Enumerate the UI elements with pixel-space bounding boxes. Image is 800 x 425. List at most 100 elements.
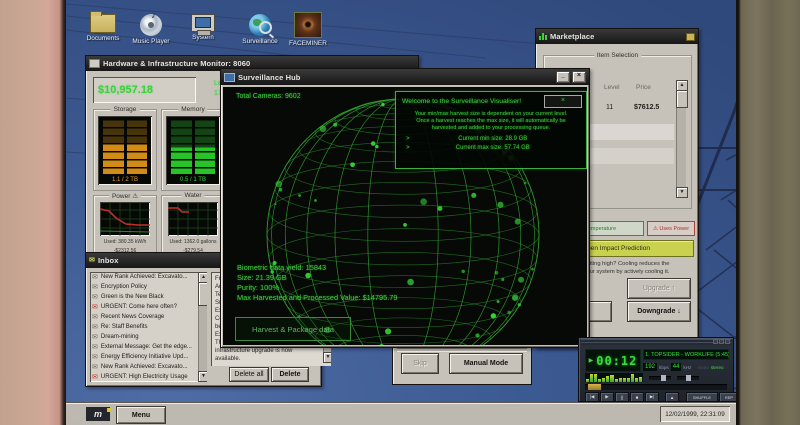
- surveillance-hub-window: Surveillance Hub _ × Total Cameras: 9602…: [220, 68, 590, 348]
- marketplace-scrollbar[interactable]: ▲ ▼: [676, 80, 688, 198]
- inbox-message-row[interactable]: ✉ Green is the New Black: [90, 292, 198, 302]
- column-level: Level: [604, 84, 620, 91]
- harvest-stats: Biometric data yield: 15843 Size: 21.39 …: [237, 263, 398, 303]
- harvest-package-button[interactable]: Harvest & Package data: [235, 317, 351, 341]
- cd-icon: ♪: [140, 10, 162, 36]
- memory-label: Memory: [178, 106, 208, 113]
- welcome-body-line: harvested and added to your processing q…: [431, 125, 551, 131]
- monitor-bezel-left: [0, 0, 66, 425]
- stat-yield: Biometric data yield: 15843: [237, 263, 327, 272]
- desktop-icon-surveillance[interactable]: Surveillance: [238, 14, 282, 45]
- inbox-message-row[interactable]: ✉ Re: Staff Benefits: [90, 322, 198, 332]
- scroll-down-icon: ▼: [198, 371, 207, 382]
- speaker-icon[interactable]: [686, 32, 695, 41]
- desktop-icon-system[interactable]: System: [181, 14, 225, 41]
- storage-label: Storage: [110, 106, 140, 113]
- welcome-body-line: Once a harvest reaches the max size, it …: [416, 118, 566, 124]
- menu-button[interactable]: Menu: [116, 406, 166, 424]
- close-button[interactable]: ×: [572, 71, 586, 83]
- downgrade-button[interactable]: Downgrade ↓: [627, 301, 691, 322]
- warning-icon: ⚠: [132, 193, 139, 200]
- min-size: Current min size: 28.9 GB: [458, 136, 528, 142]
- next-button[interactable]: ▶|: [645, 392, 659, 402]
- scroll-down-icon: ▼: [676, 187, 688, 198]
- shuffle-button[interactable]: SHUFFLE: [686, 392, 718, 402]
- player-shade-button[interactable]: [719, 339, 724, 344]
- envelope-icon: ✉: [92, 313, 98, 321]
- stat-size: Size: 21.39 GB: [237, 273, 287, 282]
- monitor-bezel-right: [736, 0, 800, 425]
- spectrum-analyzer: [585, 373, 643, 382]
- inbox-message-row[interactable]: ✉ External Message: Get the edge...: [90, 342, 198, 352]
- player-titlebar[interactable]: [581, 339, 731, 345]
- bitrate-label: kbps: [659, 364, 669, 370]
- eject-button[interactable]: ▲: [665, 392, 679, 402]
- urgent-envelope-icon: ✉: [92, 373, 98, 381]
- welcome-dialog: Welcome to the Surveillance Visualiser! …: [395, 91, 587, 169]
- memory-value: 0.5 / 1 TB: [180, 177, 206, 183]
- urgent-envelope-icon: ✉: [92, 303, 98, 311]
- skip-button[interactable]: Skip: [401, 353, 439, 374]
- time-display: ▶ 00:12: [585, 349, 641, 372]
- folder-icon: [90, 11, 116, 33]
- inbox-message-row[interactable]: ✉ New Rank Achieved: Excavato...: [90, 272, 198, 282]
- repeat-button[interactable]: REP: [719, 392, 736, 402]
- stat-value: Max Harvested and Processed Value: $1479…: [237, 293, 398, 302]
- volume-slider[interactable]: [649, 375, 671, 381]
- inbox-message-row[interactable]: ✉ Dream-mining: [90, 332, 198, 342]
- seek-thumb[interactable]: [588, 384, 601, 390]
- manual-mode-button[interactable]: Manual Mode: [449, 353, 523, 374]
- inbox-message-row-urgent[interactable]: ✉ URGENT: Come here often?: [90, 302, 198, 312]
- icon-label: FACEMINER: [289, 40, 327, 47]
- dialog-close-button[interactable]: ×: [544, 95, 582, 108]
- surveillance-titlebar[interactable]: Surveillance Hub _ ×: [221, 69, 589, 85]
- item-price: $7612.5: [634, 104, 660, 111]
- track-title-display: 1. TOPSIDER - WORKLIFE (5:45): [643, 349, 729, 360]
- envelope-icon: ✉: [92, 333, 98, 341]
- pause-button[interactable]: ||: [615, 392, 629, 402]
- marketplace-titlebar[interactable]: Marketplace: [536, 29, 698, 44]
- window-title: Surveillance Hub: [238, 72, 301, 82]
- inbox-message-row[interactable]: ✉ Energy Efficiency Initiative Upd...: [90, 352, 198, 362]
- desktop-icon-documents[interactable]: Documents: [81, 11, 125, 42]
- item-selection-label: Item Selection: [593, 52, 642, 59]
- player-minimize-button[interactable]: [713, 339, 718, 344]
- delete-button[interactable]: Delete: [271, 367, 309, 382]
- memory-meter: 0.5 / 1 TB: [166, 116, 220, 185]
- inbox-message-row[interactable]: ✉ Encryption Policy: [90, 282, 198, 292]
- water-used: Used: 1362.0 gallons: [169, 239, 217, 245]
- inbox-message-row[interactable]: ✉ New Rank Achieved: Excavato...: [90, 362, 198, 372]
- envelope-icon: ✉: [92, 323, 98, 331]
- memory-meter-group: Memory 0.5 / 1 TB: [161, 106, 225, 191]
- seek-bar[interactable]: [585, 384, 727, 390]
- icon-label: Documents: [86, 35, 120, 42]
- storage-meter-group: Storage 1.1 / 2 TB: [93, 106, 157, 191]
- eye-icon: [294, 12, 322, 38]
- stop-button[interactable]: ■: [630, 392, 644, 402]
- max-size: Current max size: 57.74 GB: [455, 145, 530, 151]
- desktop-icon-faceminer[interactable]: FACEMINER: [286, 12, 330, 47]
- power-graph: [99, 202, 151, 236]
- inbox-message-row[interactable]: ✉ Recent News Coverage: [90, 312, 198, 322]
- prev-button[interactable]: |◀: [585, 392, 599, 402]
- play-button[interactable]: ▶: [600, 392, 614, 402]
- upgrade-button[interactable]: Upgrade ↑: [627, 278, 691, 299]
- delete-all-button[interactable]: Delete all: [229, 367, 269, 382]
- player-close-button[interactable]: [725, 339, 730, 344]
- samplerate-value: 44: [670, 363, 682, 371]
- samplerate-label: kHz: [683, 364, 692, 370]
- inbox-message-row-urgent[interactable]: ✉ URGENT: High Electricity Usage: [90, 372, 198, 382]
- envelope-icon: ✉: [92, 363, 98, 371]
- envelope-icon: ✉: [89, 257, 95, 264]
- minimize-button[interactable]: _: [556, 71, 570, 83]
- inbox-message-list: ✉ New Rank Achieved: Excavato... ✉ Encrypt…: [90, 272, 207, 382]
- time-value: 00:12: [596, 353, 638, 368]
- inbox-scrollbar[interactable]: ▲ ▼: [198, 272, 207, 382]
- globe-icon: [249, 14, 275, 39]
- welcome-title: Welcome to the Surveillance Visualiser!: [402, 98, 522, 105]
- desktop-icon-music-player[interactable]: ♪ Music Player: [129, 10, 173, 45]
- scroll-down-icon: ▼: [323, 352, 331, 363]
- surveillance-client: Total Cameras: 9602 Welcome to the Surve…: [223, 87, 587, 345]
- balance-slider[interactable]: [677, 375, 699, 381]
- music-player-window: ▶ 00:12 1. TOPSIDER - WORKLIFE (5:45) 19…: [578, 337, 736, 402]
